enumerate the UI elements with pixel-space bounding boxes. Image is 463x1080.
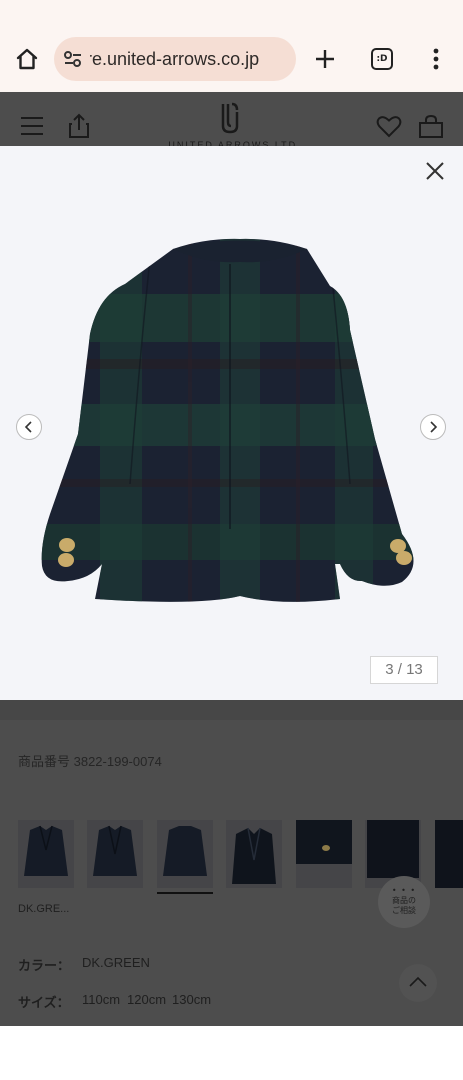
site-header: UNITED ARROWS LTD. bbox=[0, 92, 463, 146]
share-icon[interactable] bbox=[67, 113, 91, 139]
selected-thumbnail-indicator bbox=[157, 892, 213, 894]
product-image[interactable] bbox=[30, 234, 440, 614]
chat-dots-icon: • • • bbox=[391, 886, 417, 895]
consult-button[interactable]: • • • 商品の ご相談 bbox=[378, 876, 430, 928]
color-label: カラー： bbox=[18, 958, 71, 973]
size-option-130[interactable]: 130cm bbox=[172, 992, 211, 1007]
thumbnail-color-caption: DK.GRE... bbox=[18, 903, 70, 915]
consult-label: 商品の ご相談 bbox=[378, 896, 430, 916]
image-counter: 3 / 13 bbox=[370, 656, 438, 684]
overlay-band bbox=[0, 700, 463, 720]
new-tab-button[interactable] bbox=[312, 46, 338, 72]
thumbnail-5[interactable] bbox=[296, 820, 352, 888]
more-vert-icon bbox=[433, 48, 439, 70]
thumbnail-3[interactable] bbox=[157, 820, 213, 888]
chevron-right-icon bbox=[430, 421, 438, 433]
close-viewer-button[interactable] bbox=[424, 160, 446, 182]
size-label: サイズ： bbox=[18, 995, 70, 1010]
thumbnail-2[interactable] bbox=[87, 820, 143, 888]
image-viewer: 3 / 13 bbox=[0, 146, 463, 700]
next-image-button[interactable] bbox=[420, 414, 446, 440]
logo-icon[interactable] bbox=[218, 102, 242, 134]
product-number: 商品番号 3822-199-0074 bbox=[18, 754, 162, 769]
brand-text: UNITED ARROWS LTD. bbox=[168, 140, 302, 146]
menu-icon[interactable] bbox=[20, 116, 44, 136]
chevron-up-icon bbox=[409, 976, 427, 987]
product-info-overlay: 商品番号 3822-199-0074 DK.GRE... • • • 商品の ご… bbox=[0, 700, 463, 1026]
close-icon bbox=[426, 162, 444, 180]
page-bottom bbox=[0, 1026, 463, 1080]
screen: store.united-arrows.co.jp :D bbox=[0, 0, 463, 1080]
home-icon bbox=[16, 48, 38, 70]
size-option-120[interactable]: 120cm bbox=[127, 992, 166, 1007]
favorite-heart-icon[interactable] bbox=[376, 114, 402, 138]
tab-switcher-button[interactable]: :D bbox=[371, 48, 393, 70]
consult-label-line2: ご相談 bbox=[392, 906, 416, 915]
size-option-110[interactable]: 110cm bbox=[82, 992, 120, 1007]
plus-icon bbox=[316, 50, 334, 68]
thumbnail-7[interactable] bbox=[435, 820, 463, 888]
address-bar[interactable]: store.united-arrows.co.jp bbox=[54, 37, 296, 81]
scroll-to-top-button[interactable] bbox=[399, 964, 437, 1002]
shopping-bag-icon[interactable] bbox=[418, 114, 444, 138]
browser-menu-button[interactable] bbox=[424, 46, 448, 72]
thumbnail-1[interactable] bbox=[18, 820, 74, 888]
url-text: store.united-arrows.co.jp bbox=[90, 49, 260, 69]
browser-toolbar: store.united-arrows.co.jp :D bbox=[0, 0, 463, 92]
chevron-left-icon bbox=[24, 421, 32, 433]
home-button[interactable] bbox=[12, 44, 42, 74]
thumbnail-4[interactable] bbox=[226, 820, 282, 888]
consult-label-line1: 商品の bbox=[392, 896, 416, 905]
previous-image-button[interactable] bbox=[16, 414, 42, 440]
site-settings-icon[interactable] bbox=[62, 48, 84, 70]
color-value: DK.GREEN bbox=[82, 955, 150, 970]
